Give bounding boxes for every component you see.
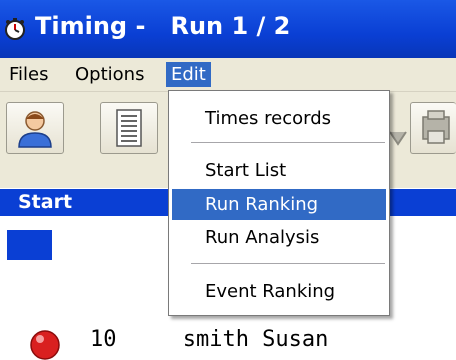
window-title: Timing - Run 1 / 2 [35, 12, 291, 40]
stopwatch-icon [5, 18, 25, 40]
list-button[interactable] [100, 102, 158, 154]
print-button[interactable] [410, 102, 456, 154]
menu-item-run-ranking[interactable]: Run Ranking [172, 189, 386, 220]
menu-item-label: Run Analysis [205, 227, 320, 248]
list-item[interactable]: 10 smith Susan [90, 327, 328, 352]
menu-item-event-ranking[interactable]: Event Ranking [172, 276, 386, 307]
menu-bar: Files Options Edit [0, 58, 456, 92]
menu-item-label: Start List [205, 160, 287, 181]
title-bar[interactable]: Timing - Run 1 / 2 [0, 0, 456, 58]
menu-edit[interactable]: Edit [166, 62, 211, 87]
menu-separator [191, 142, 385, 144]
red-status-icon [30, 330, 60, 360]
menu-item-label: Times records [205, 108, 332, 129]
edit-menu-dropdown: Times records Start List Run Ranking Run… [168, 90, 390, 316]
menu-separator [191, 263, 385, 265]
competitor-button[interactable] [6, 102, 64, 154]
printer-icon [422, 110, 450, 144]
menu-files[interactable]: Files [4, 62, 54, 87]
person-icon [18, 111, 52, 148]
export-icon[interactable] [388, 102, 408, 154]
menu-options[interactable]: Options [70, 62, 149, 87]
start-column-header[interactable]: Start [18, 189, 72, 216]
menu-item-run-analysis[interactable]: Run Analysis [172, 222, 386, 253]
menu-item-start-list[interactable]: Start List [172, 155, 386, 186]
menu-item-times-records[interactable]: Times records [172, 103, 386, 134]
document-list-icon [116, 109, 142, 147]
menu-item-label: Event Ranking [205, 281, 336, 302]
menu-item-label: Run Ranking [205, 194, 319, 215]
selected-cell[interactable] [7, 230, 52, 260]
